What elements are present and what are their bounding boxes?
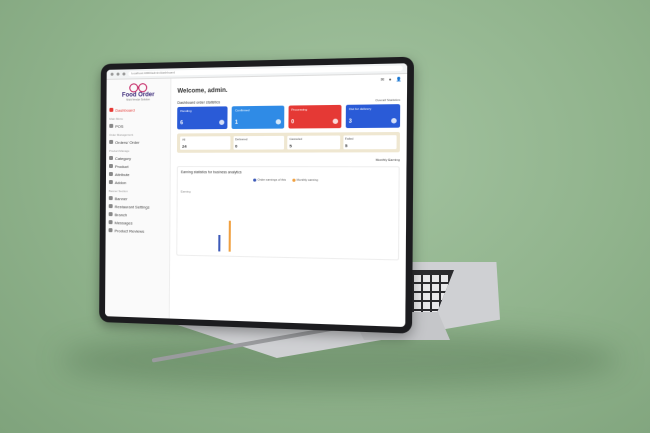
bar-order-earnings xyxy=(218,235,220,251)
gear-icon xyxy=(109,204,113,208)
sidebar-item-pos[interactable]: POS xyxy=(109,121,167,130)
sidebar-section-label: Main Menu xyxy=(109,116,167,121)
admin-app: Food Order Multi Vendor Solution Dashboa… xyxy=(105,74,407,327)
bag-icon xyxy=(109,140,113,144)
laptop-screen: localhost:4000/admin/dashboard Food Orde… xyxy=(105,63,407,327)
sidebar-item-addon[interactable]: Addon xyxy=(109,178,167,186)
store-icon xyxy=(109,212,113,216)
reload-icon[interactable] xyxy=(122,72,125,75)
image-icon xyxy=(109,196,113,200)
back-icon[interactable] xyxy=(111,73,114,76)
sidebar-item-product-reviews[interactable]: Product Reviews xyxy=(109,226,167,235)
earning-label: Monthly Earning xyxy=(177,158,400,162)
sidebar: Food Order Multi Vendor Solution Dashboa… xyxy=(105,79,171,320)
chart-legend: Order earnings of this Monthly earning xyxy=(181,177,395,182)
sidebar-item-dashboard[interactable]: Dashboard xyxy=(109,105,167,114)
stats-title: Dashboard order statistics xyxy=(177,100,220,105)
notification-icon[interactable]: ● xyxy=(389,76,392,81)
tag-icon xyxy=(109,172,113,176)
legend-item: Order earnings of this xyxy=(253,178,286,182)
brand-logo[interactable]: Food Order Multi Vendor Solution xyxy=(109,82,167,102)
summary-canceled[interactable]: Canceled 5 xyxy=(287,136,339,150)
message-icon[interactable]: ✉ xyxy=(381,77,385,82)
order-summary: All 24 Delivered 0 Canceled 5 Failed 5 xyxy=(177,132,400,153)
cart-icon xyxy=(219,120,224,125)
laptop-lid: localhost:4000/admin/dashboard Food Orde… xyxy=(99,57,414,334)
chart-bars xyxy=(218,221,231,252)
bike-icon xyxy=(391,118,397,123)
summary-failed[interactable]: Failed 5 xyxy=(343,135,397,149)
plus-icon xyxy=(109,180,113,184)
sidebar-section-label: Banner Section xyxy=(109,189,167,193)
sidebar-item-attribute[interactable]: Attribute xyxy=(109,170,167,178)
sidebar-item-category[interactable]: Category xyxy=(109,154,167,162)
home-icon xyxy=(109,108,113,112)
sidebar-item-product[interactable]: Product xyxy=(109,162,167,170)
top-icons: ✉ ● 👤 xyxy=(381,76,402,82)
bar-monthly-earning xyxy=(229,221,231,252)
brand-subtitle: Multi Vendor Solution xyxy=(126,98,150,101)
card-confirmed[interactable]: Confirmed 1 xyxy=(232,106,284,129)
laptop: localhost:4000/admin/dashboard Food Orde… xyxy=(0,0,650,433)
cart-icon xyxy=(109,124,113,128)
earning-panel: Earning statistics for business analytic… xyxy=(176,166,399,260)
check-icon xyxy=(275,119,280,124)
star-icon xyxy=(109,228,113,232)
page-title: Welcome, admin. xyxy=(177,85,400,95)
card-processing[interactable]: Processing 0 xyxy=(288,105,341,129)
sidebar-section-label: Product Manage xyxy=(109,149,167,153)
bicycle-icon xyxy=(129,82,147,92)
sidebar-item-orders[interactable]: Orders/ Order xyxy=(109,138,167,146)
sidebar-section-label: Order Management xyxy=(109,133,167,137)
stats-filter-select[interactable]: Overall Statistics xyxy=(375,98,400,103)
legend-item: Monthly earning xyxy=(292,178,318,182)
summary-delivered[interactable]: Delivered 0 xyxy=(233,136,284,150)
card-out-for-delivery[interactable]: Out for delivery 3 xyxy=(345,104,400,128)
main-content: ✉ ● 👤 Welcome, admin. Dashboard order st… xyxy=(170,74,407,327)
clock-icon xyxy=(332,119,337,124)
avatar[interactable]: 👤 xyxy=(396,76,402,81)
panel-title: Earning statistics for business analytic… xyxy=(181,170,395,175)
box-icon xyxy=(109,164,113,168)
chat-icon xyxy=(109,220,113,224)
status-cards: Pending 6 Confirmed 1 Processing 0 Out for … xyxy=(177,104,400,129)
axis-label: Earning xyxy=(181,190,395,196)
grid-icon xyxy=(109,156,113,160)
summary-all[interactable]: All 24 xyxy=(180,136,230,150)
forward-icon[interactable] xyxy=(117,73,120,76)
card-pending[interactable]: Pending 6 xyxy=(177,106,228,129)
